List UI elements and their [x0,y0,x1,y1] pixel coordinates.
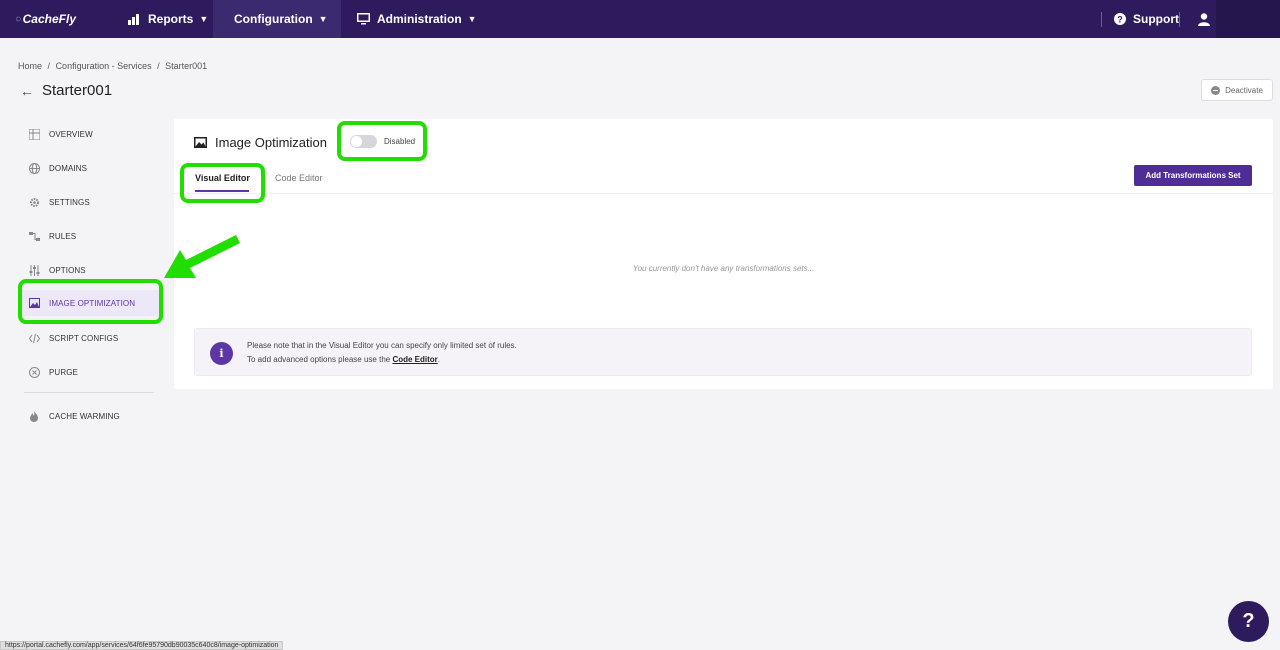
breadcrumb-home[interactable]: Home [18,61,42,71]
status-url: https://portal.cachefly.com/app/services… [0,641,284,650]
sidebar-item-rules[interactable]: RULES [28,225,158,247]
info-note: i Please note that in the Visual Editor … [194,328,1252,376]
grid-icon [28,128,40,140]
tabs-divider [174,193,1273,194]
nav-configuration[interactable]: Configuration ▼ [213,0,341,38]
highlight-toggle [337,121,427,161]
help-circle-icon: ? [1114,13,1126,25]
gear-icon [28,196,40,208]
sidebar-item-domains[interactable]: DOMAINS [28,157,158,179]
note-line-2: To add advanced options please use the C… [247,355,441,364]
nav-reports[interactable]: Reports ▼ [114,0,222,38]
code-icon [28,332,40,344]
cachefly-logo[interactable]: CacheFly [16,6,76,32]
sidebar-item-options[interactable]: OPTIONS [28,259,158,281]
chevron-down-icon: ▼ [199,14,209,24]
chevron-down-icon: ▼ [318,14,328,24]
note-line-1: Please note that in the Visual Editor yo… [247,341,517,350]
flame-icon [28,410,40,422]
monitor-icon [357,13,370,25]
card-title: Image Optimization [194,135,327,150]
breadcrumb-services[interactable]: Configuration - Services [56,61,152,71]
image-icon [194,137,207,148]
sliders-icon [28,264,40,276]
sidebar-item-settings[interactable]: SETTINGS [28,191,158,213]
back-arrow-icon[interactable]: ← [20,83,34,99]
sidebar-item-purge[interactable]: PURGE [28,361,158,383]
info-icon: i [210,342,233,365]
help-button[interactable]: ? [1228,601,1269,642]
empty-state-text: You currently don't have any transformat… [632,264,815,273]
image-optimization-card: Image Optimization Disabled Visual Edito… [174,119,1273,389]
bar-chart-icon [128,13,139,25]
breadcrumb-current: Starter001 [165,61,208,71]
sidebar-item-overview[interactable]: OVERVIEW [28,123,158,145]
green-arrow-icon [164,235,240,278]
top-nav: CacheFly Reports ▼ Configuration ▼ Admin… [0,0,1280,38]
highlight-sidebar-image-optimization [18,279,163,324]
page-title: ← Starter001 [20,82,113,99]
code-editor-link[interactable]: Code Editor [392,355,437,364]
nav-administration[interactable]: Administration ▼ [343,0,491,38]
chevron-down-icon: ▼ [467,14,477,24]
breadcrumb-separator: / [47,61,51,71]
add-transformations-set-button[interactable]: Add Transformations Set [1134,165,1252,186]
globe-icon [28,162,40,174]
minus-circle-icon [1211,85,1221,95]
nav-right-block [1216,0,1280,38]
flow-icon [28,230,40,242]
user-icon [1198,12,1210,26]
sidebar-item-script-configs[interactable]: SCRIPT CONFIGS [28,327,158,349]
nav-divider [1179,12,1180,27]
breadcrumb: Home / Configuration - Services / Starte… [18,61,210,71]
breadcrumb-separator: / [157,61,160,71]
sidebar-divider [24,392,154,393]
deactivate-button[interactable]: Deactivate [1201,79,1273,101]
svg-text:?: ? [1117,15,1123,25]
highlight-visual-editor-tab [180,163,265,203]
sidebar-item-cache-warming[interactable]: CACHE WARMING [28,405,158,427]
circle-x-icon [28,366,40,378]
tab-code-editor[interactable]: Code Editor [275,173,323,183]
